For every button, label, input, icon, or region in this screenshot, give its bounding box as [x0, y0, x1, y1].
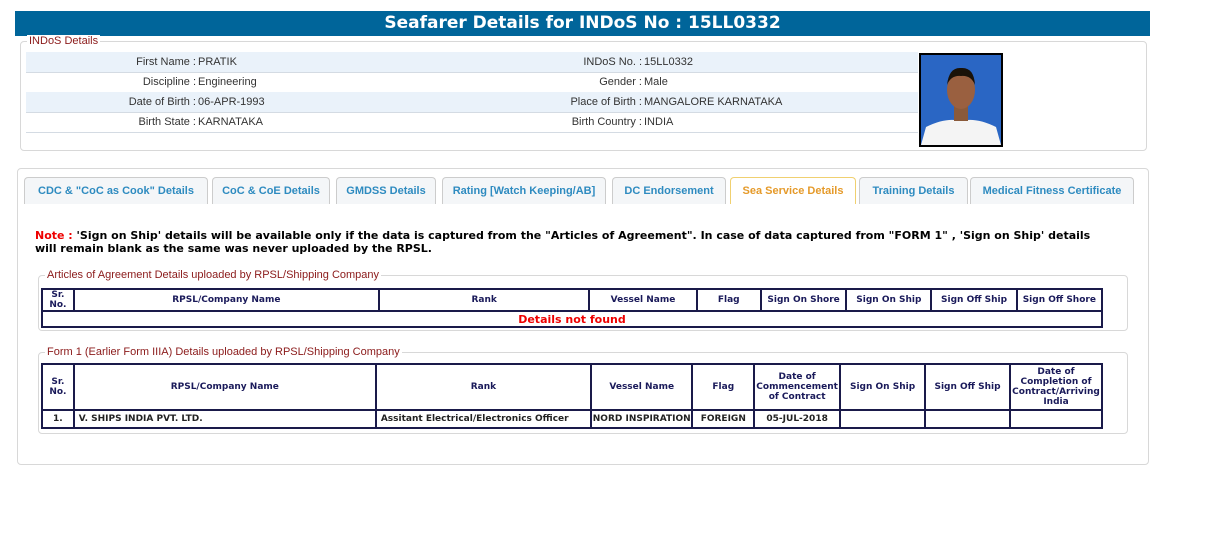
value: PRATIK: [198, 56, 237, 68]
column-header: Flag: [691, 363, 756, 411]
column-header: Sign Off Ship: [924, 363, 1011, 411]
table-cell: [924, 409, 1011, 429]
column-header: Sr. No.: [41, 363, 75, 411]
label: Gender :: [599, 76, 642, 88]
column-header: Sign Off Ship: [930, 288, 1018, 312]
form1-table: Sr. No. RPSL/Company Name Rank Vessel Name F…: [41, 363, 1104, 429]
label: First Name :: [136, 56, 196, 68]
seafarer-photo: [919, 53, 1003, 147]
column-header: Rank: [374, 363, 593, 411]
table-cell: [839, 409, 927, 429]
label: Birth State :: [138, 116, 196, 128]
aoa-section: Articles of Agreement Details uploaded b…: [38, 269, 1128, 331]
value: 15LL0332: [644, 56, 693, 68]
tab-7[interactable]: Medical Fitness Certificate: [970, 177, 1134, 204]
table-cell: 1.: [41, 409, 75, 429]
no-details-message: Details not found: [41, 310, 1103, 328]
label: Date of Birth :: [128, 96, 196, 108]
indos-legend: INDoS Details: [27, 35, 101, 47]
info-row: First Name : PRATIK INDoS No. :15LL0332: [26, 52, 918, 73]
value: 06-APR-1993: [198, 96, 265, 108]
column-header: RPSL/Company Name: [72, 363, 377, 411]
table-row: 1. V. SHIPS INDIA PVT. LTD. Assitant Elect…: [41, 409, 1104, 429]
column-header: Sign On Ship: [839, 363, 927, 411]
value: Engineering: [198, 76, 257, 88]
label: Discipline :: [142, 76, 196, 88]
indos-details-panel: INDoS Details First Name : PRATIK INDoS No…: [20, 35, 1147, 151]
value: MANGALORE KARNATAKA: [644, 96, 783, 108]
value: Male: [644, 76, 668, 88]
form1-section: Form 1 (Earlier Form IIIA) Details uploa…: [38, 346, 1128, 434]
label: Place of Birth :: [570, 96, 642, 108]
value: KARNATAKA: [198, 116, 263, 128]
tab-5[interactable]: Sea Service Details: [730, 177, 856, 204]
tab-1[interactable]: CoC & CoE Details: [212, 177, 330, 204]
column-header: Sign On Ship: [845, 288, 933, 312]
tab-3[interactable]: Rating [Watch Keeping/AB]: [442, 177, 606, 204]
tab-0[interactable]: CDC & "CoC as Cook" Details: [24, 177, 208, 204]
table-cell: Assitant Electrical/Electronics Officer: [374, 409, 593, 429]
table-cell: 05-JUL-2018: [753, 409, 842, 429]
form1-legend: Form 1 (Earlier Form IIIA) Details uploa…: [45, 346, 402, 358]
table-cell: [1008, 409, 1104, 429]
info-row: Birth State : KARNATAKA Birth Country : IND…: [26, 112, 918, 133]
aoa-legend: Articles of Agreement Details uploaded b…: [45, 269, 382, 281]
info-row: Date of Birth :06-APR-1993 Place of Birth…: [26, 92, 918, 113]
column-header: Rank: [377, 288, 591, 312]
column-header: Date of Commencement of Contract: [753, 363, 842, 411]
details-panel: CDC & "CoC as Cook" Details CoC & CoE Det…: [17, 168, 1149, 465]
value: INDIA: [644, 116, 674, 128]
column-header: Sr. No.: [41, 288, 75, 312]
tab-2[interactable]: GMDSS Details: [336, 177, 436, 204]
column-header: Date of Completion of Contract/Arriving …: [1008, 363, 1104, 411]
label: INDoS No. :: [583, 56, 642, 68]
label: Birth Country :: [571, 116, 642, 128]
column-header: Sign Off Shore: [1015, 288, 1104, 312]
aoa-table: Sr. No. RPSL/Company Name Rank Vessel Name F…: [41, 288, 1104, 328]
table-cell: NORD INSPIRATION: [590, 409, 694, 429]
tab-6[interactable]: Training Details: [859, 177, 968, 204]
page-title: Seafarer Details for INDoS No : 15LL0332: [15, 11, 1150, 36]
table-cell: FOREIGN: [691, 409, 756, 429]
table-cell: V. SHIPS INDIA PVT. LTD.: [72, 409, 377, 429]
tab-4[interactable]: DC Endorsement: [612, 177, 726, 204]
column-header: Vessel Name: [590, 363, 694, 411]
column-header: Sign On Shore: [759, 288, 848, 312]
column-header: Flag: [695, 288, 762, 312]
info-row: Discipline : Engineering Gender : Male: [26, 72, 918, 93]
column-header: Vessel Name: [588, 288, 698, 312]
column-header: RPSL/Company Name: [72, 288, 380, 312]
note-text: Note : 'Sign on Ship' details will be av…: [35, 229, 1091, 255]
